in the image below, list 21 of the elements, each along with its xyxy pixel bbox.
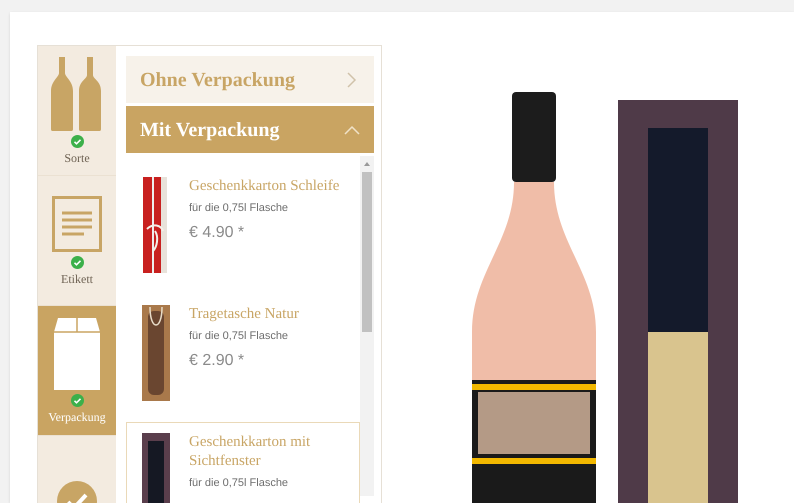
step-label: Etikett: [61, 273, 93, 285]
step-label: Sorte: [64, 152, 90, 164]
bottles-icon: [51, 57, 103, 131]
check-icon: [70, 135, 84, 148]
product-option[interactable]: Tragetasche Natur für die 0,75l Flasche € 2.90 *: [126, 294, 360, 412]
product-option[interactable]: Geschenkkarton mit Sichtfenster für die 0,75l Flasche: [126, 422, 360, 503]
document-icon: [52, 196, 102, 252]
check-icon: [70, 256, 84, 269]
product-title: Geschenkkarton Schleife: [189, 177, 340, 196]
bag-icon: [54, 318, 100, 390]
product-size: für die 0,75l Flasche: [189, 201, 290, 216]
step-label: Verpackung: [48, 411, 106, 423]
product-size: für die 0,75l Flasche: [189, 476, 290, 491]
check-icon: [70, 394, 84, 407]
product-option[interactable]: Geschenkkarton Schleife für die 0,75l Flasche € 4.90 *: [126, 166, 360, 284]
product-title: Tragetasche Natur: [189, 305, 299, 324]
product-price: € 2.90 *: [189, 350, 246, 370]
window-box-photo: [142, 433, 170, 503]
product-size: für die 0,75l Flasche: [189, 329, 290, 344]
product-price: € 4.90 *: [189, 222, 246, 242]
product-title: Geschenkkarton mit Sichtfenster: [189, 433, 312, 471]
